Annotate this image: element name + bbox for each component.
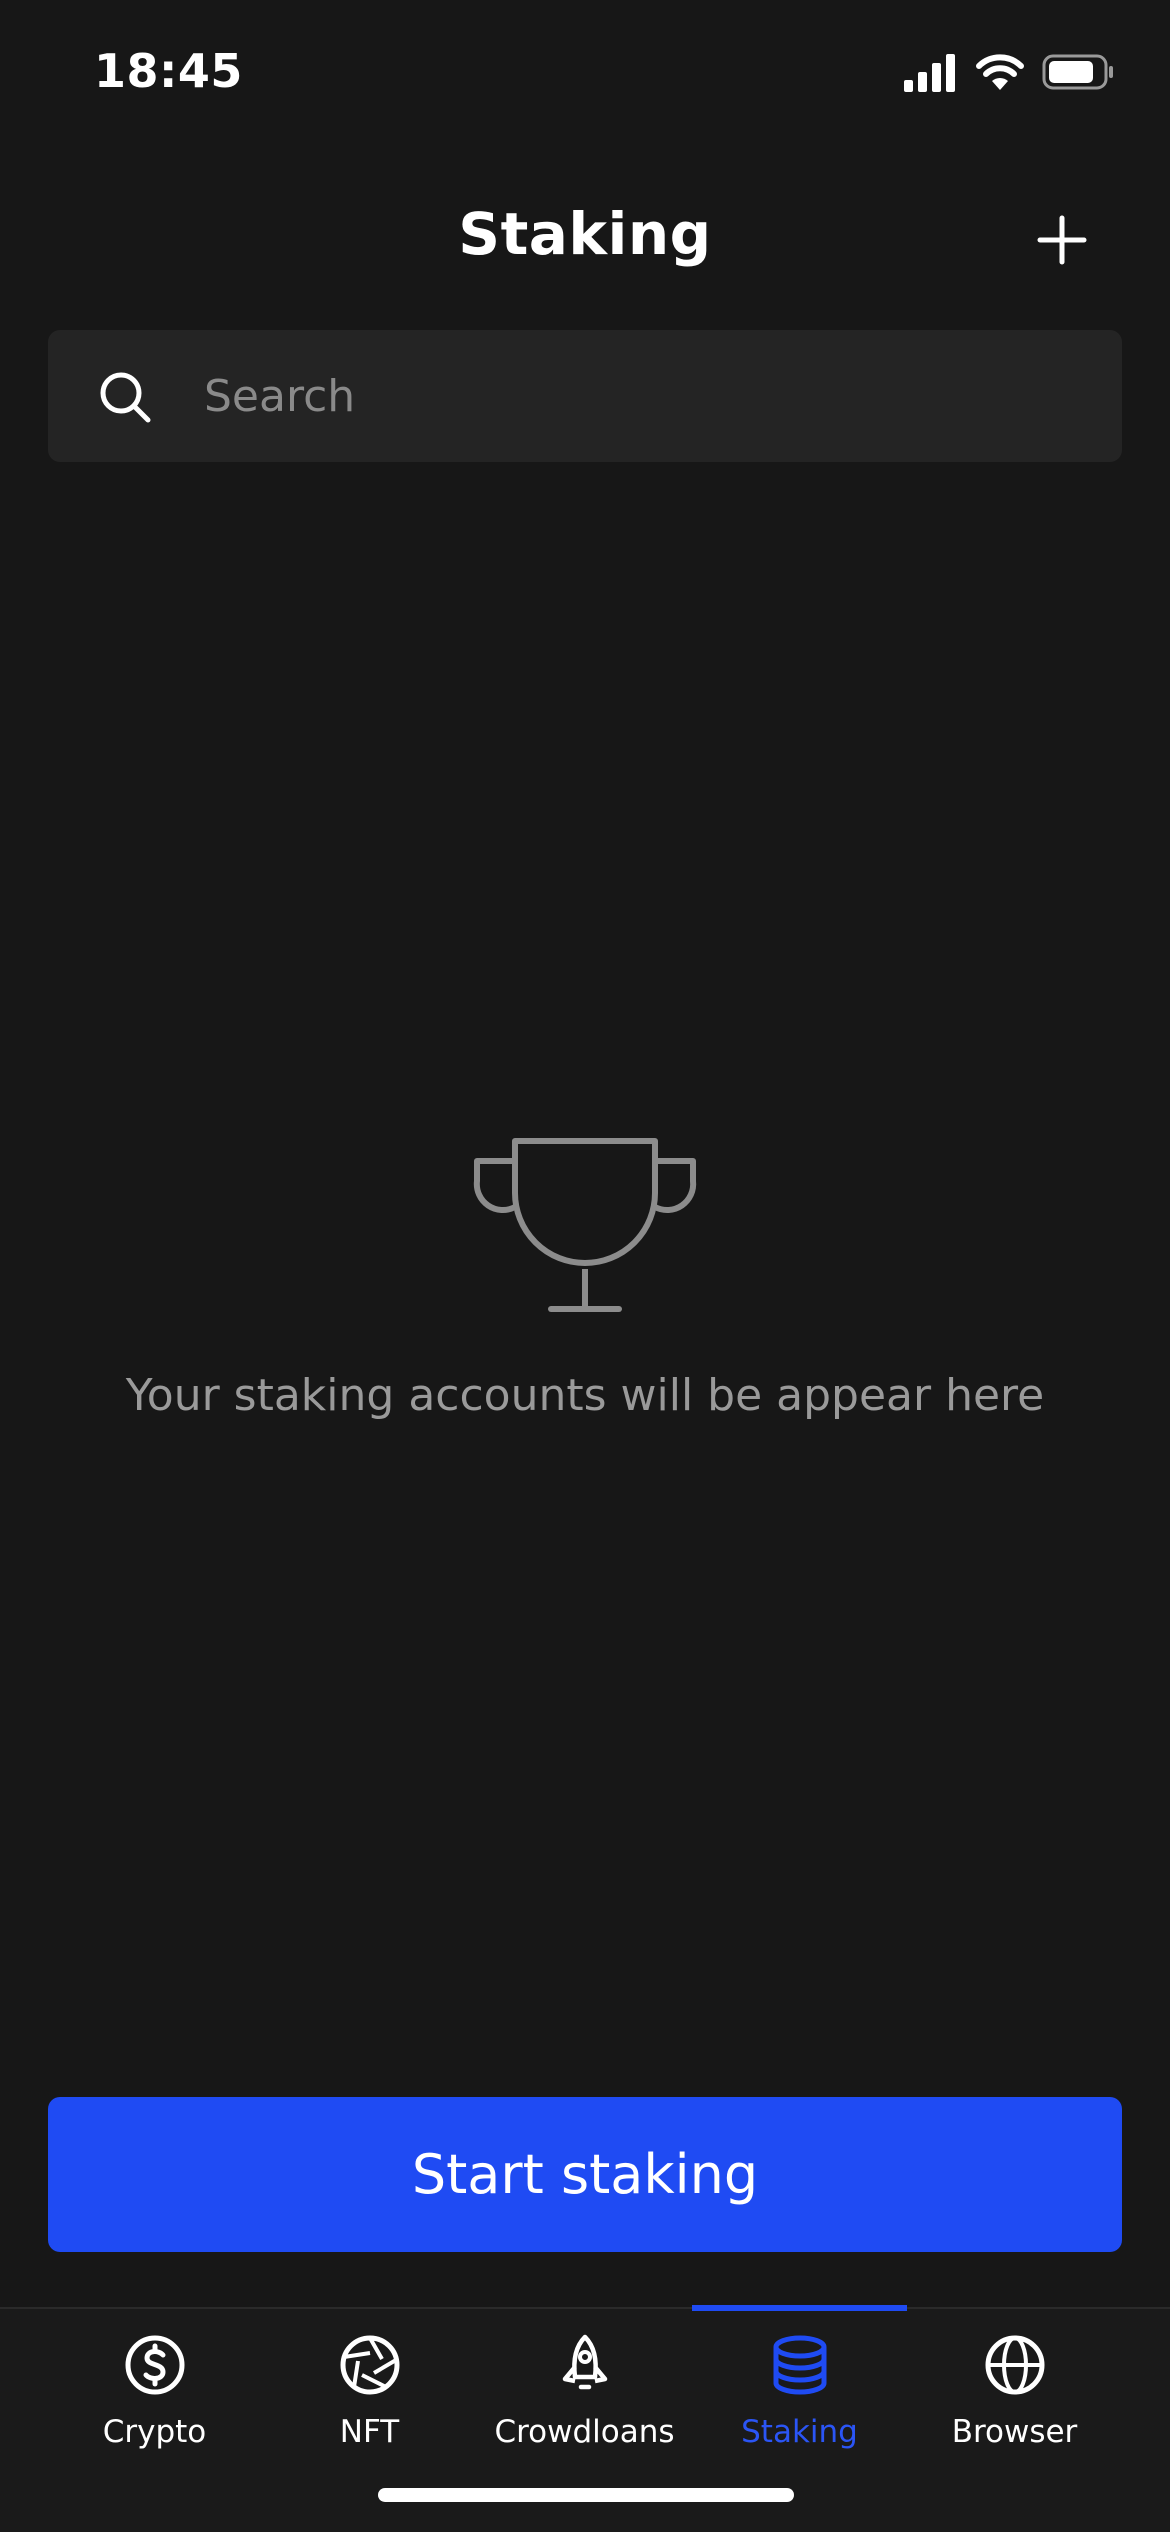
- search-input[interactable]: [204, 360, 1084, 432]
- start-staking-button[interactable]: Start staking: [48, 2097, 1122, 2252]
- tab-label-browser: Browser: [951, 2414, 1078, 2450]
- tab-browser[interactable]: Browser: [907, 2309, 1122, 2469]
- home-indicator: [378, 2488, 794, 2502]
- plus-icon[interactable]: [1032, 210, 1092, 270]
- dollar-circle-icon: [125, 2335, 184, 2395]
- aperture-icon: [340, 2335, 399, 2395]
- wifi-icon: [976, 54, 1024, 90]
- globe-icon: [985, 2335, 1044, 2395]
- cellular-signal-icon: [904, 54, 955, 92]
- tab-label-crypto: Crypto: [102, 2414, 207, 2450]
- tab-crypto[interactable]: Crypto: [47, 2309, 262, 2469]
- tab-crowdloans[interactable]: Crowdloans: [477, 2309, 692, 2469]
- tab-label-crowdloans: Crowdloans: [494, 2414, 675, 2450]
- battery-icon: [1042, 54, 1113, 90]
- database-icon: [773, 2335, 826, 2395]
- staking-screen: 18:45 Staking Search Your staking accoun…: [0, 0, 1170, 2532]
- status-icons: [902, 52, 1116, 92]
- rocket-icon: [562, 2334, 607, 2390]
- tab-label-staking: Staking: [741, 2414, 858, 2450]
- tab-staking[interactable]: Staking: [692, 2309, 907, 2469]
- tab-nft[interactable]: NFT: [262, 2309, 477, 2469]
- empty-state-message: Your staking accounts will be appear her…: [125, 1370, 1045, 1421]
- status-bar: 18:45: [0, 0, 1170, 140]
- page-title: Staking: [458, 200, 712, 268]
- tab-label-nft: NFT: [339, 2414, 400, 2450]
- status-time: 18:45: [94, 44, 243, 98]
- trophy-icon: [473, 1138, 697, 1312]
- search-icon: [100, 372, 151, 423]
